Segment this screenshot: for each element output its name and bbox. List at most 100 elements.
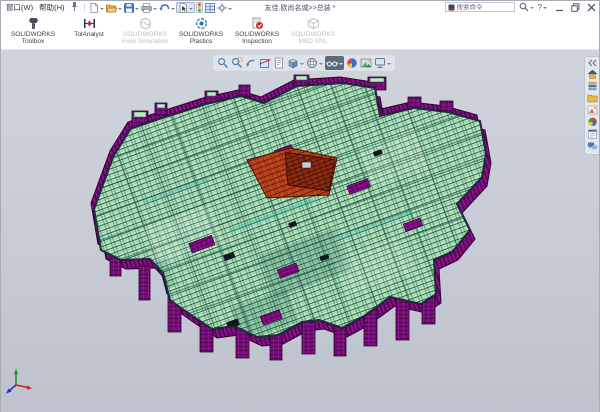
zoom-to-fit-icon [217,57,229,69]
dropdown-caret[interactable] [171,8,175,12]
search-options-button[interactable] [519,2,534,12]
display-style-button[interactable] [306,57,323,69]
button-label: SOLIDWORKS Flow Simulation [117,31,173,46]
button-label: SOLIDWORKS Toolbox [5,31,61,46]
section-view-icon [259,57,271,69]
print-icon [141,3,152,13]
edit-appearance-button[interactable] [346,57,358,69]
solidworks-window: 窗口(W) 帮助(H) [0,0,600,412]
command-search[interactable] [445,2,515,12]
button-label: TolAnalyst [74,31,104,38]
apply-scene-button[interactable] [360,57,372,69]
solidworks-flow-simulation-button[interactable]: SOLIDWORKS Flow Simulation [117,15,173,49]
collapse-chevron-icon[interactable] [588,59,597,67]
help-icon: ? [538,3,542,12]
inspection-icon [251,17,264,30]
formwork-assembly-model[interactable] [1,50,599,412]
command-manager-toolbar: SOLIDWORKS Toolbox TolAnalyst SOLIDWORKS… [1,14,599,50]
model-group[interactable] [61,50,531,372]
open-file-icon [106,3,117,13]
dropdown-caret[interactable] [387,63,391,67]
previous-view-button[interactable] [245,57,257,69]
solidworks-resources-home-icon[interactable] [587,69,598,79]
open-file-button[interactable] [105,2,123,13]
toolbox-bolt-icon [27,17,40,30]
undo-icon [159,3,170,13]
task-pane-tabs [584,56,599,155]
divider [84,3,85,12]
plastics-icon [195,17,208,30]
zoom-to-fit-button[interactable] [217,57,229,69]
file-explorer-folder-icon[interactable] [587,93,598,103]
zoom-to-area-icon [231,57,243,69]
graphics-viewport[interactable] [1,50,599,412]
select-tool-icon [178,3,188,13]
display-style-icon [306,57,318,69]
solidworks-search-icon [448,4,455,11]
dropdown-caret[interactable] [153,8,157,12]
new-file-button[interactable] [88,2,105,13]
dropdown-caret[interactable] [543,7,547,11]
dropdown-caret[interactable] [118,8,122,12]
settings-button[interactable] [216,2,233,13]
appearances-scenes-icon[interactable] [587,117,598,127]
quick-access-toolbar [88,2,233,13]
section-view-button[interactable] [259,57,271,69]
options-table-icon [205,3,215,13]
hide-show-items-button[interactable] [325,56,344,70]
design-library-icon[interactable] [587,81,598,91]
view-orientation-cube-icon [287,57,299,69]
solidworks-plastics-button[interactable]: SOLIDWORKS Plastics [173,15,229,49]
close-button[interactable] [587,3,596,12]
view-orientation-button[interactable] [287,57,304,69]
rebuild-button[interactable] [195,2,204,13]
tolanalyst-button[interactable]: TolAnalyst [61,15,117,49]
menu-window[interactable]: 窗口(W) [3,2,36,13]
solidworks-forum-icon[interactable] [587,141,598,151]
dropdown-caret[interactable] [228,8,232,12]
dropdown-caret[interactable] [100,8,104,12]
minimize-button[interactable] [555,3,564,12]
dropdown-caret[interactable] [135,8,139,12]
menu-help[interactable]: 帮助(H) [36,2,67,13]
help-button[interactable]: ? [538,3,547,12]
magnifier-icon [519,2,529,12]
button-label: SOLIDWORKS Inspection [229,31,285,46]
edit-appearance-ball-icon [346,57,358,69]
search-input[interactable] [457,4,509,11]
solidworks-mbd-snl-button[interactable]: SOLIDWORKS MBD SNL [285,15,341,49]
new-file-icon [89,3,99,13]
x-axis-arrow [27,385,32,390]
solidworks-toolbox-button[interactable]: SOLIDWORKS Toolbox [5,15,61,49]
apply-scene-icon [360,57,372,69]
dropdown-caret[interactable] [530,7,534,11]
rebuild-traffic-light-icon [196,2,203,13]
solidworks-inspection-button[interactable]: SOLIDWORKS Inspection [229,15,285,49]
button-label: SOLIDWORKS MBD SNL [285,31,341,46]
dropdown-caret[interactable] [300,63,304,67]
view-palette-icon[interactable] [587,105,598,115]
save-icon [124,3,134,13]
pin-icon[interactable] [71,2,78,13]
select-tool-button[interactable] [176,2,195,13]
zoom-to-area-button[interactable] [231,57,243,69]
view-settings-button[interactable] [374,57,391,69]
coordinate-triad [4,368,34,396]
undo-button[interactable] [158,2,176,13]
annotation-view-button[interactable] [273,57,285,69]
heads-up-view-toolbar [213,55,395,71]
view-settings-monitor-icon [374,57,386,69]
restore-button[interactable] [571,3,580,12]
options-table-button[interactable] [204,2,216,13]
print-button[interactable] [140,2,158,13]
custom-properties-icon[interactable] [587,129,598,139]
settings-gear-icon [217,3,227,13]
dropdown-caret[interactable] [189,8,193,12]
save-button[interactable] [123,2,140,13]
mbd-snl-icon [307,17,320,30]
title-bar: 窗口(W) 帮助(H) [1,1,599,14]
hide-show-glasses-icon [326,57,338,69]
dropdown-caret[interactable] [339,63,343,67]
button-label: SOLIDWORKS Plastics [173,31,229,46]
dropdown-caret[interactable] [319,63,323,67]
